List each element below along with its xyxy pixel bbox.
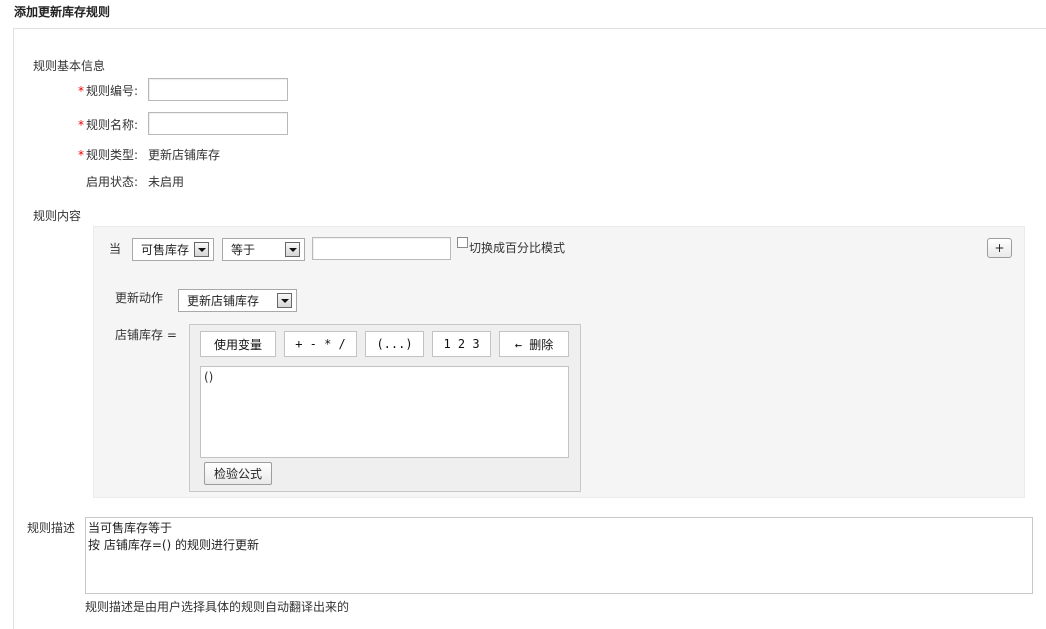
page-title: 添加更新库存规则: [14, 5, 111, 19]
numbers-button[interactable]: 1 2 3: [432, 331, 491, 357]
rule-name-label: * 规则名称:: [60, 116, 138, 133]
condition-field-select[interactable]: 可售库存: [132, 238, 214, 261]
required-mark: *: [77, 148, 84, 162]
delete-button[interactable]: ← 删除: [499, 331, 569, 357]
rule-code-label-text: 规则编号:: [85, 84, 138, 98]
percent-mode-label: 切换成百分比模式: [469, 241, 566, 255]
status-value: 未启用: [148, 175, 185, 189]
formula-textarea[interactable]: (): [200, 366, 569, 458]
required-mark: *: [77, 84, 84, 98]
chevron-down-icon: [277, 293, 292, 308]
formula-label: 店铺库存 =: [115, 328, 177, 342]
use-variable-button[interactable]: 使用变量: [200, 331, 276, 357]
rule-code-label: * 规则编号:: [60, 82, 138, 99]
rule-type-value: 更新店铺库存: [148, 148, 221, 162]
condition-operator-select-value: 等于: [231, 243, 256, 257]
required-mark: *: [77, 118, 84, 132]
action-label: 更新动作: [115, 291, 164, 305]
chevron-down-icon: [194, 242, 209, 257]
operators-button[interactable]: + - * /: [284, 331, 357, 357]
validate-formula-button[interactable]: 检验公式: [204, 462, 272, 485]
basic-info-section-label: 规则基本信息: [33, 59, 106, 73]
action-select-value: 更新店铺库存: [187, 294, 260, 308]
rule-name-label-text: 规则名称:: [85, 118, 138, 132]
rule-type-label-text: 规则类型:: [85, 148, 138, 162]
chevron-down-icon: [285, 242, 300, 257]
percent-mode-checkbox[interactable]: [457, 237, 468, 248]
description-textarea[interactable]: 当可售库存等于 按 店铺库存=() 的规则进行更新: [85, 517, 1033, 594]
rule-code-input[interactable]: [148, 78, 288, 101]
rule-name-input[interactable]: [148, 112, 288, 135]
description-hint: 规则描述是由用户选择具体的规则自动翻译出来的: [85, 600, 350, 614]
description-line-1: 当可售库存等于: [88, 521, 173, 535]
description-line-2: 按 店铺库存=() 的规则进行更新: [88, 538, 260, 552]
action-select[interactable]: 更新店铺库存: [178, 289, 297, 312]
condition-field-select-value: 可售库存: [141, 243, 190, 257]
condition-prefix: 当: [109, 242, 122, 256]
rule-type-label: * 规则类型:: [60, 146, 138, 163]
condition-operator-select[interactable]: 等于: [222, 238, 305, 261]
rule-content-section-label: 规则内容: [33, 209, 82, 223]
description-label: 规则描述: [27, 521, 76, 535]
add-condition-button[interactable]: +: [987, 238, 1012, 258]
status-label: 启用状态:: [85, 175, 138, 189]
parentheses-button[interactable]: (...): [365, 331, 424, 357]
condition-value-input[interactable]: [312, 237, 451, 260]
